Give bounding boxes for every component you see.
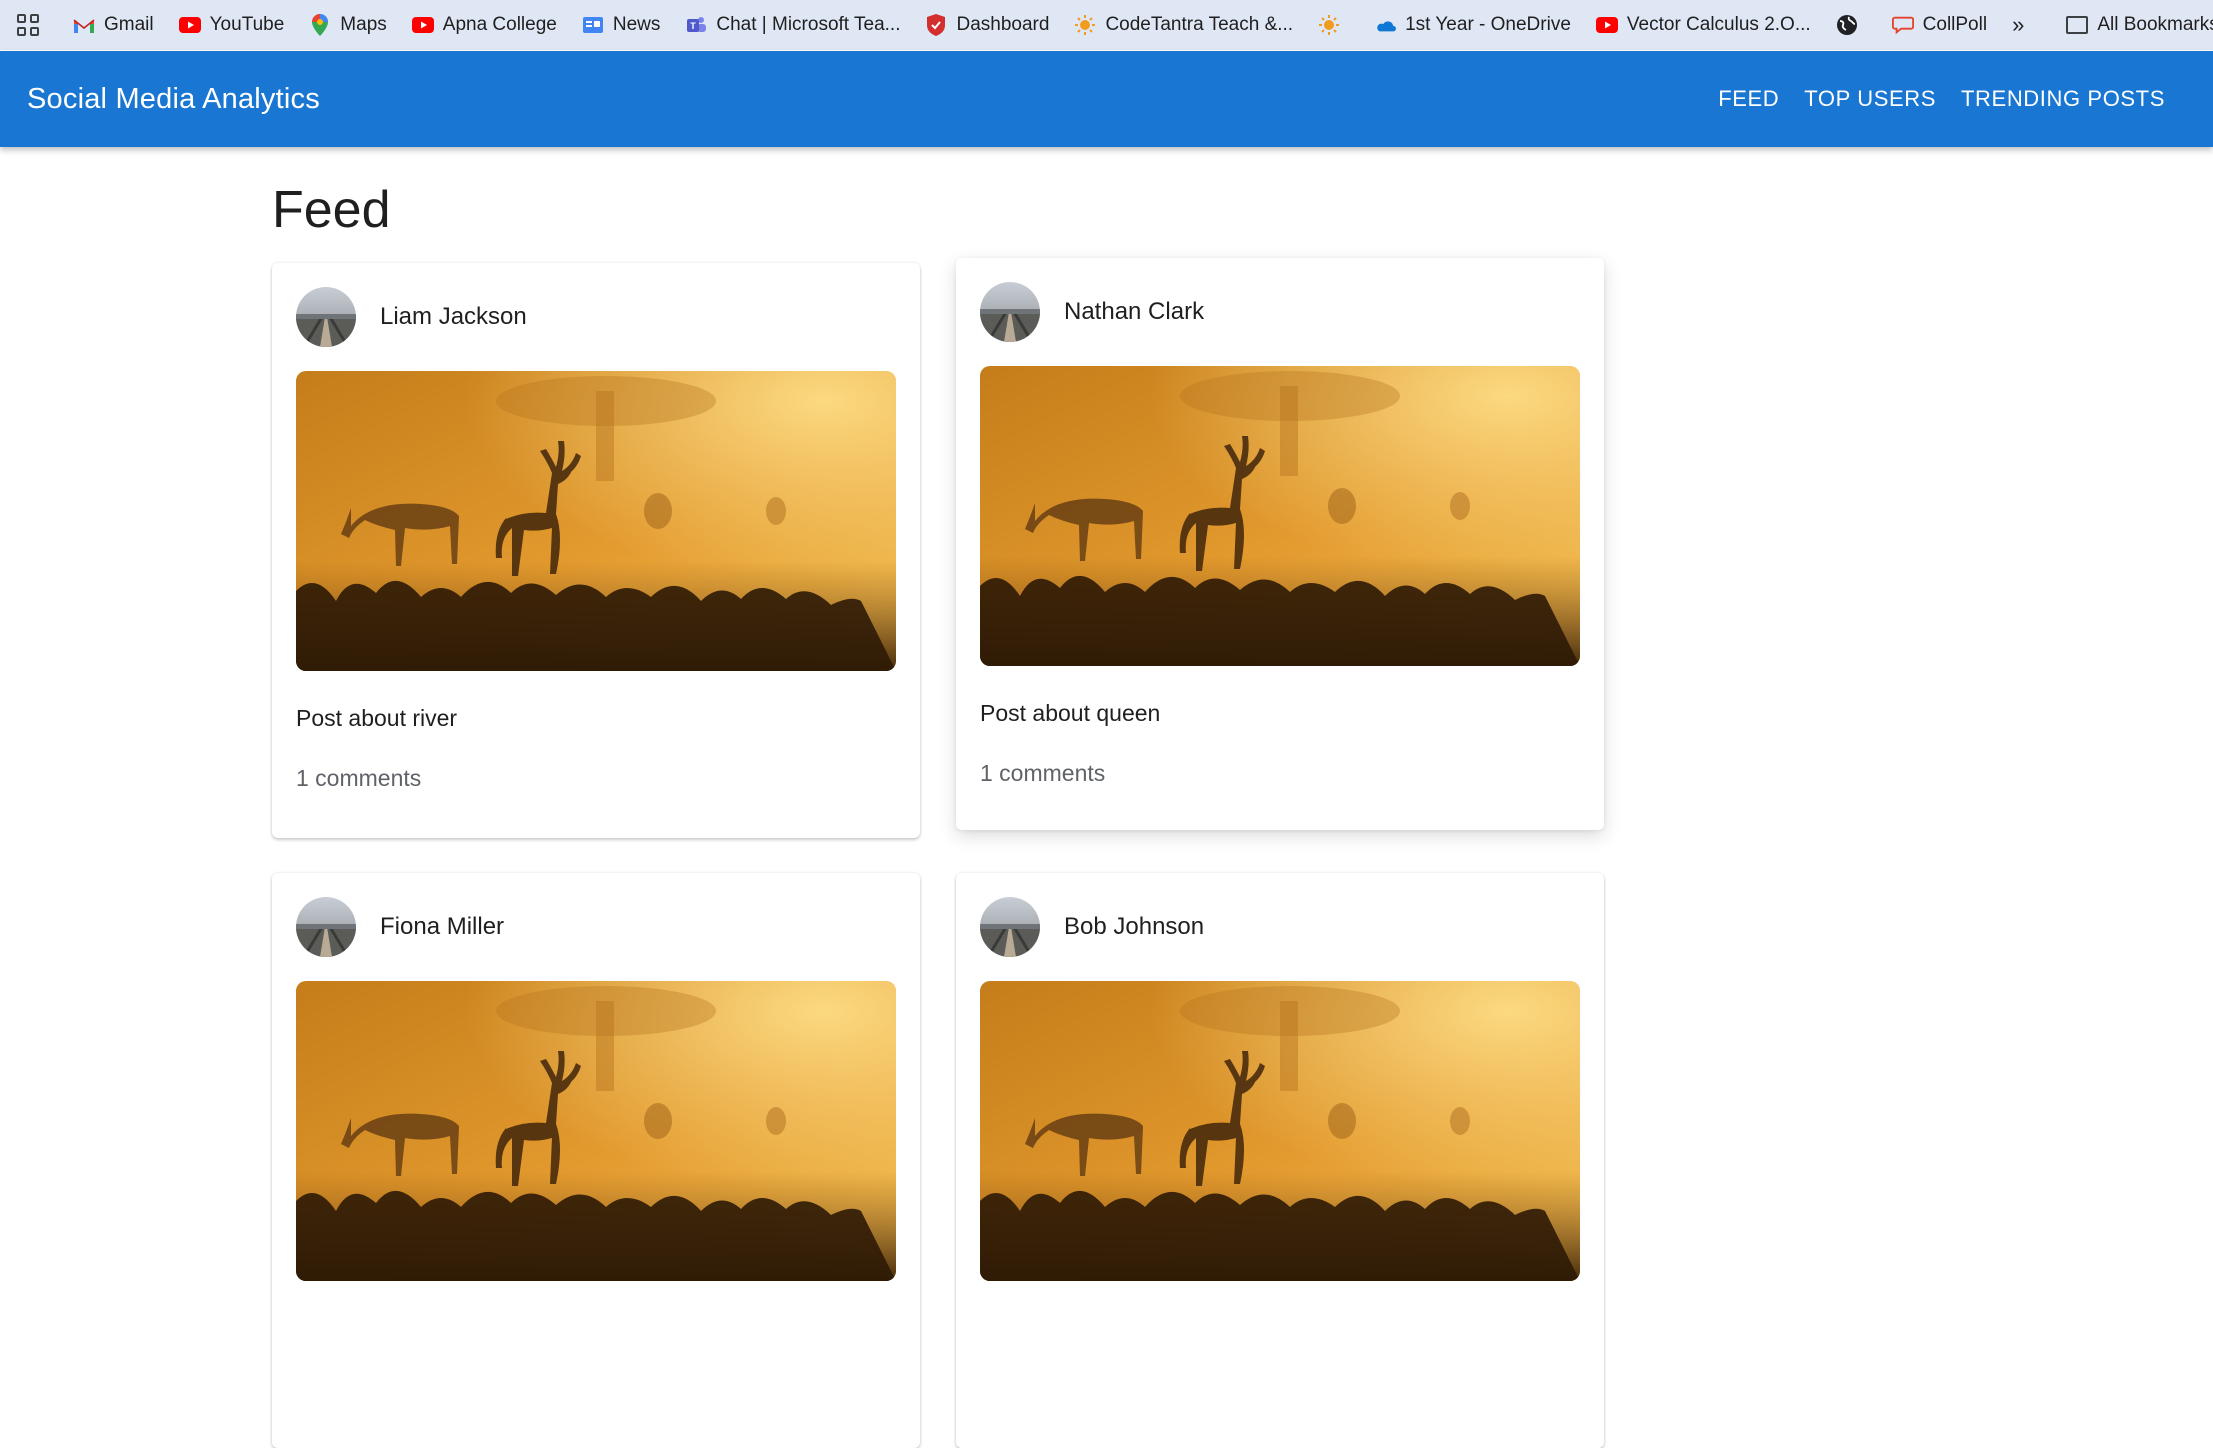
- avatar: [296, 287, 356, 347]
- post-card: Nathan Clark Post about queen 1 comments: [956, 258, 1604, 830]
- youtube-icon: [178, 14, 201, 36]
- bookmark-news[interactable]: News: [582, 14, 661, 36]
- bookmark-dashboard[interactable]: Dashboard: [925, 14, 1049, 36]
- bookmark-label: YouTube: [209, 14, 285, 35]
- bookmark-label: Gmail: [104, 14, 154, 35]
- bookmark-maps[interactable]: Maps: [309, 14, 387, 36]
- bookmark-label: CodeTantra Teach &...: [1105, 14, 1294, 35]
- post-author: Bob Johnson: [1064, 913, 1205, 940]
- svg-text:T: T: [691, 21, 697, 31]
- bookmark-vector-calculus[interactable]: Vector Calculus 2.O...: [1595, 14, 1811, 36]
- maps-icon: [309, 14, 331, 36]
- post-comments-count[interactable]: 1 comments: [296, 765, 421, 792]
- sun-icon: [1074, 14, 1096, 36]
- folder-icon: [2066, 14, 2089, 36]
- nav-top-users-button[interactable]: TOP USERS: [1793, 78, 1947, 120]
- bookmark-label: Maps: [340, 14, 387, 35]
- post-card: Fiona Miller: [272, 873, 920, 1448]
- apps-grid-icon[interactable]: [17, 14, 39, 36]
- post-text: Post about queen: [980, 700, 1161, 726]
- bookmark-onedrive[interactable]: 1st Year - OneDrive: [1374, 14, 1571, 36]
- post-image: [980, 366, 1580, 666]
- post-card: Liam Jackson Post about river 1 comments: [272, 263, 920, 838]
- post-text: Post about river: [296, 705, 458, 731]
- onedrive-icon: [1374, 14, 1397, 36]
- avatar: [980, 897, 1040, 957]
- post-image: [296, 371, 896, 671]
- bookmark-collpoll[interactable]: CollPoll: [1891, 14, 1988, 36]
- bookmark-codetantra[interactable]: CodeTantra Teach &...: [1074, 14, 1293, 36]
- bookmark-gmail[interactable]: Gmail: [73, 14, 154, 36]
- post-author: Nathan Clark: [1064, 298, 1205, 325]
- page-title: Feed: [272, 181, 391, 239]
- app-title: Social Media Analytics: [27, 82, 320, 115]
- app-bar: Social Media Analytics FEED TOP USERS TR…: [0, 51, 2213, 147]
- post-image: [296, 981, 896, 1281]
- youtube-icon: [1595, 14, 1618, 36]
- bookmark-label: Chat | Microsoft Tea...: [716, 14, 901, 35]
- post-card: Bob Johnson: [956, 873, 1604, 1448]
- shield-icon: [925, 14, 947, 36]
- post-comments-count[interactable]: 1 comments: [980, 760, 1105, 787]
- post-author: Fiona Miller: [380, 913, 505, 940]
- bookmark-globe[interactable]: [1836, 14, 1867, 36]
- bookmarks-bar: Gmail YouTube Maps Apna College News T C…: [0, 0, 2213, 50]
- avatar: [296, 897, 356, 957]
- gmail-icon: [73, 14, 95, 36]
- main-nav: FEED TOP USERS TRENDING POSTS: [1704, 78, 2176, 120]
- all-bookmarks-folder[interactable]: All Bookmarks: [2066, 14, 2213, 36]
- bookmark-label: Vector Calculus 2.O...: [1626, 14, 1811, 35]
- nav-trending-posts-button[interactable]: TRENDING POSTS: [1950, 78, 2176, 120]
- bookmark-youtube[interactable]: YouTube: [178, 14, 285, 36]
- bookmark-label: 1st Year - OneDrive: [1405, 14, 1571, 35]
- avatar: [980, 282, 1040, 342]
- teams-icon: T: [685, 14, 707, 36]
- bookmark-label: CollPoll: [1922, 14, 1988, 35]
- all-bookmarks-label: All Bookmarks: [2097, 14, 2213, 35]
- globe-icon: [1836, 14, 1858, 36]
- more-bookmarks-chevron-icon[interactable]: »: [2012, 12, 2024, 38]
- bookmark-label: Dashboard: [956, 14, 1050, 35]
- bookmark-microsoft-teams[interactable]: T Chat | Microsoft Tea...: [685, 14, 900, 36]
- youtube-icon: [411, 14, 434, 36]
- bookmark-sun[interactable]: [1318, 14, 1349, 36]
- post-author: Liam Jackson: [380, 303, 527, 330]
- nav-feed-button[interactable]: FEED: [1707, 78, 1790, 120]
- bookmark-apna-college[interactable]: Apna College: [411, 14, 557, 36]
- bookmark-label: News: [612, 14, 661, 35]
- bookmark-label: Apna College: [442, 14, 557, 35]
- post-image: [980, 981, 1580, 1281]
- sun-icon: [1318, 14, 1340, 36]
- speech-bubble-icon: [1891, 14, 1914, 36]
- news-icon: [582, 14, 604, 36]
